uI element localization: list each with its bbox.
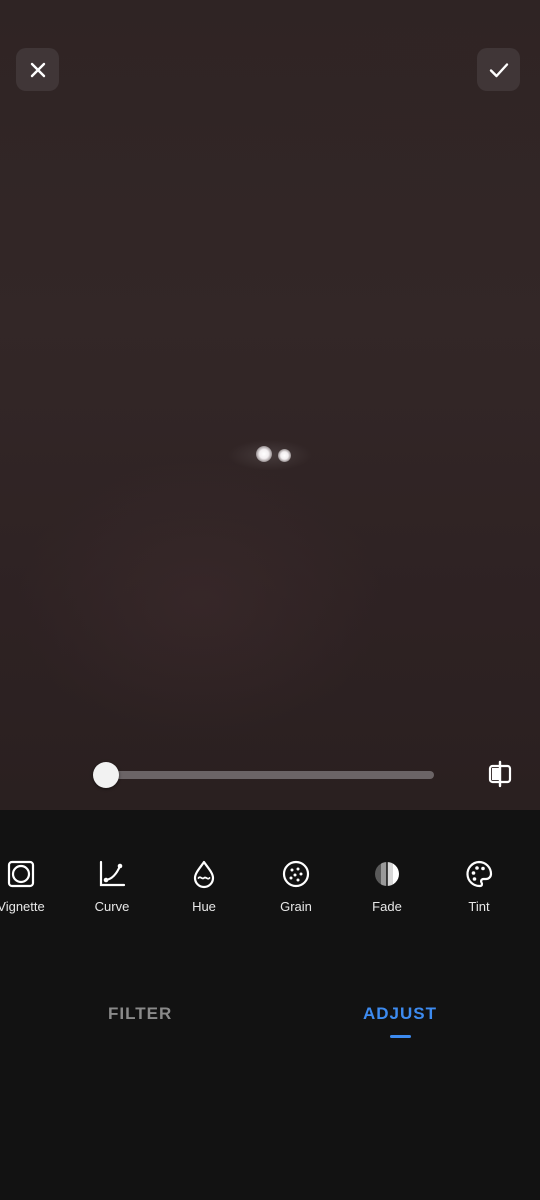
tool-label: Grain (280, 899, 312, 914)
adjust-slider-track[interactable] (106, 771, 434, 779)
adjust-slider-thumb[interactable] (93, 762, 119, 788)
tool-grain[interactable]: Grain (251, 855, 341, 935)
tool-label: Vignette (0, 899, 45, 914)
photo-preview (0, 0, 540, 810)
palette-icon (466, 860, 493, 888)
droplet-icon (193, 860, 215, 889)
split-compare-icon (488, 760, 512, 788)
vignette-icon (7, 860, 35, 888)
fade-icon (375, 862, 399, 886)
light-spot (256, 446, 272, 462)
tool-vignette[interactable]: Vignette (0, 855, 66, 935)
compare-button[interactable] (484, 758, 516, 790)
tool-curve[interactable]: Curve (67, 855, 157, 935)
tab-filter[interactable]: FILTER (108, 1004, 172, 1024)
tool-label: Curve (94, 899, 130, 914)
tool-label: Hue (192, 899, 216, 914)
tool-label: Fade (372, 899, 402, 914)
close-icon (30, 62, 45, 77)
grain-icon (282, 860, 310, 888)
active-tab-indicator (390, 1035, 411, 1038)
close-button[interactable] (16, 48, 59, 91)
tool-tint[interactable]: Tint (434, 855, 524, 935)
confirm-button[interactable] (477, 48, 520, 91)
photo-editor-screen: Vignette Curve Hue Grain Fade Tint FILTE… (0, 0, 540, 1200)
light-spot (278, 449, 291, 462)
tool-label: Tint (468, 899, 490, 914)
tab-adjust[interactable]: ADJUST (363, 1004, 437, 1024)
check-icon (489, 62, 508, 77)
curve-icon (99, 860, 126, 887)
tool-hue[interactable]: Hue (159, 855, 249, 935)
tool-fade[interactable]: Fade (342, 855, 432, 935)
